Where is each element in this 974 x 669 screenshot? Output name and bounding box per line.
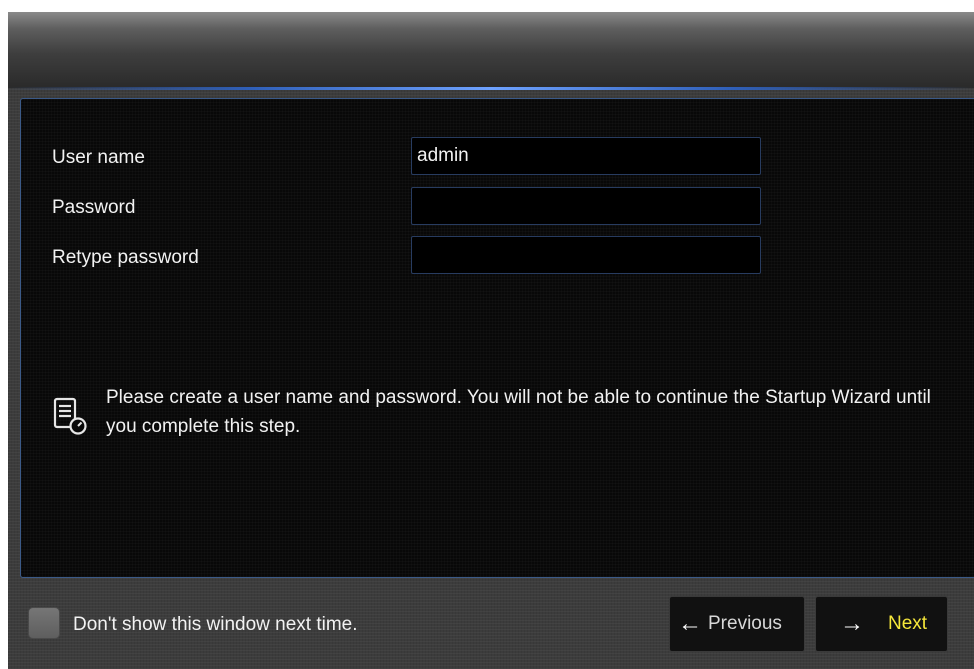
arrow-right-icon: → [840, 610, 864, 637]
title-bar [8, 12, 974, 90]
password-input[interactable] [411, 187, 761, 225]
username-input[interactable] [411, 137, 761, 175]
previous-button-label: Previous [708, 613, 782, 634]
next-button[interactable]: → Next [815, 596, 948, 652]
retype-password-label: Retype password [52, 247, 199, 268]
dont-show-checkbox[interactable] [28, 607, 60, 639]
password-label: Password [52, 197, 136, 218]
username-label: User name [52, 147, 145, 168]
dont-show-label: Don't show this window next time. [73, 614, 358, 635]
content-panel: User name Password Retype password Pleas… [20, 98, 974, 578]
startup-wizard-window: User name Password Retype password Pleas… [8, 12, 974, 669]
previous-button[interactable]: ← Previous [669, 596, 805, 652]
document-settings-icon [53, 397, 89, 437]
next-button-label: Next [888, 613, 928, 634]
info-message: Please create a user name and password. … [106, 387, 931, 437]
arrow-left-icon: ← [678, 610, 702, 637]
retype-password-input[interactable] [411, 236, 761, 274]
